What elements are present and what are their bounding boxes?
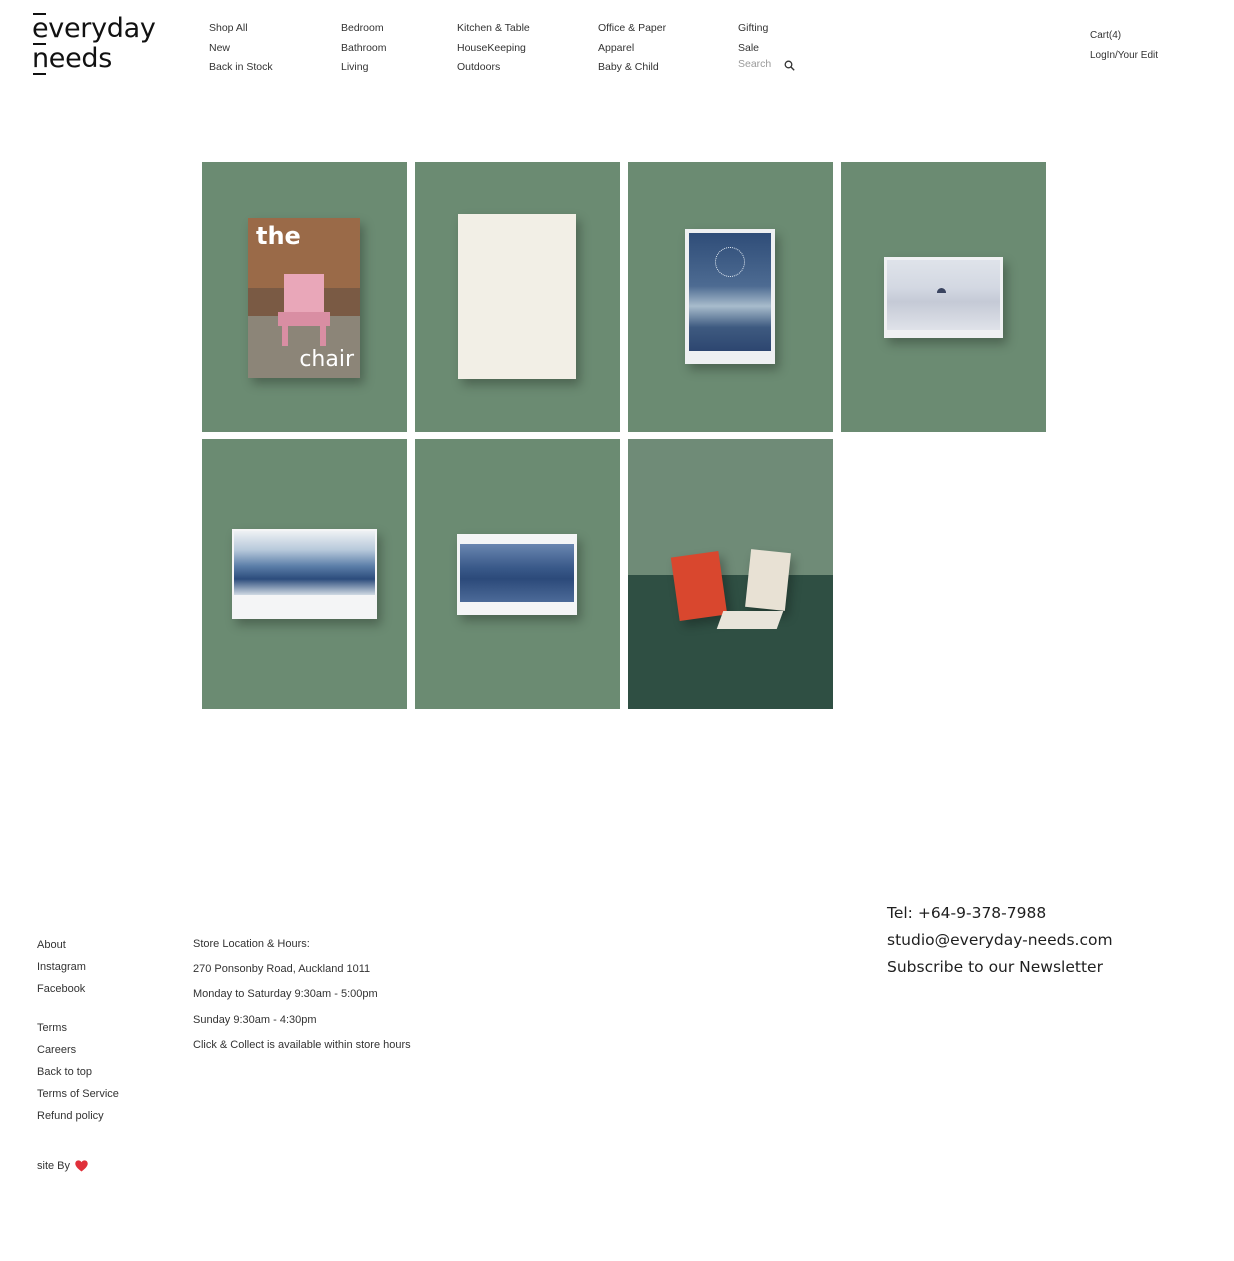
footer-link-terms-of-service[interactable]: Terms of Service <box>37 1083 119 1105</box>
nav-column-gifting: Gifting Sale <box>738 19 795 71</box>
footer-links: About Instagram Facebook Terms Careers B… <box>37 934 119 1127</box>
login-link[interactable]: LogIn/Your Edit <box>1090 46 1158 66</box>
logo-line-1: everyday <box>32 13 156 44</box>
store-address: 270 Ponsonby Road, Auckland 1011 <box>193 963 371 976</box>
footer-link-instagram[interactable]: Instagram <box>37 956 119 978</box>
footer-link-facebook[interactable]: Facebook <box>37 978 119 1000</box>
card-base <box>716 611 784 629</box>
product-image <box>232 529 377 619</box>
nav-outdoors[interactable]: Outdoors <box>457 58 530 78</box>
store-hours-weekday: Monday to Saturday 9:30am - 5:00pm <box>193 988 378 1001</box>
nav-gifting[interactable]: Gifting <box>738 19 795 39</box>
print-artwork <box>887 260 1000 330</box>
site-credit[interactable]: site By <box>37 1160 88 1172</box>
contact-info: Tel: +64-9-378-7988 studio@everyday-need… <box>887 900 1113 981</box>
nav-living[interactable]: Living <box>341 58 387 78</box>
red-card-image <box>670 550 728 622</box>
product-tile-river-print[interactable] <box>628 162 833 432</box>
product-image <box>685 229 775 364</box>
product-tile-the-chair-book[interactable]: the chair <box>202 162 407 432</box>
account-links: Cart(4) LogIn/Your Edit <box>1090 26 1158 65</box>
search-input[interactable] <box>738 58 776 70</box>
footer-link-about[interactable]: About <box>37 934 119 956</box>
store-heading: Store Location & Hours: <box>193 938 310 950</box>
nav-office-paper[interactable]: Office & Paper <box>598 19 666 39</box>
print-artwork <box>234 531 375 595</box>
cart-link[interactable]: Cart(4) <box>1090 26 1158 46</box>
product-image <box>457 534 577 615</box>
newsletter-link[interactable]: Subscribe to our Newsletter <box>887 954 1113 981</box>
book-title-top: the <box>256 222 301 250</box>
product-tile-mountain-card[interactable] <box>202 439 407 709</box>
nav-housekeeping[interactable]: HouseKeeping <box>457 39 530 59</box>
product-tile-blank-notebook[interactable] <box>415 162 620 432</box>
footer-link-careers[interactable]: Careers <box>37 1039 119 1061</box>
island-motif <box>937 288 946 293</box>
nav-column-home: Kitchen & Table HouseKeeping Outdoors <box>457 19 530 78</box>
product-tile-folded-cards[interactable] <box>628 439 833 709</box>
print-artwork <box>689 233 771 351</box>
nav-back-in-stock[interactable]: Back in Stock <box>209 58 273 78</box>
footer-link-terms[interactable]: Terms <box>37 1017 119 1039</box>
product-image: the chair <box>248 218 360 378</box>
cream-card-image <box>745 549 791 611</box>
nav-baby-child[interactable]: Baby & Child <box>598 58 666 78</box>
phone-link[interactable]: Tel: +64-9-378-7988 <box>887 900 1113 927</box>
heart-icon <box>75 1160 88 1172</box>
nav-column-other: Office & Paper Apparel Baby & Child <box>598 19 666 78</box>
store-info: Store Location & Hours: 270 Ponsonby Roa… <box>193 932 411 1058</box>
product-tile-forest-card[interactable] <box>415 439 620 709</box>
store-hours-sunday: Sunday 9:30am - 4:30pm <box>193 1013 317 1026</box>
footer-link-refund-policy[interactable]: Refund policy <box>37 1105 119 1127</box>
site-credit-text: site By <box>37 1160 71 1172</box>
nav-bathroom[interactable]: Bathroom <box>341 39 387 59</box>
search-icon[interactable] <box>784 59 795 71</box>
logo-line-2: needs <box>32 43 156 75</box>
nav-apparel[interactable]: Apparel <box>598 39 666 59</box>
nav-kitchen-table[interactable]: Kitchen & Table <box>457 19 530 39</box>
nav-shop-all[interactable]: Shop All <box>209 19 273 39</box>
product-image <box>458 214 576 379</box>
nav-sale[interactable]: Sale <box>738 39 795 59</box>
email-link[interactable]: studio@everyday-needs.com <box>887 927 1113 954</box>
click-collect-note: Click & Collect is available within stor… <box>193 1038 411 1051</box>
firework-motif <box>715 247 745 277</box>
nav-bedroom[interactable]: Bedroom <box>341 19 387 39</box>
search-bar <box>738 58 795 71</box>
print-artwork <box>460 544 574 602</box>
pink-chair-leg <box>282 324 288 346</box>
table-surface <box>628 575 833 709</box>
nav-column-shop: Shop All New Back in Stock <box>209 19 273 78</box>
footer-link-back-to-top[interactable]: Back to top <box>37 1061 119 1083</box>
logo[interactable]: everyday needs <box>32 13 156 75</box>
product-tile-island-card[interactable] <box>841 162 1046 432</box>
pink-chair-leg <box>320 324 326 346</box>
book-title-bottom: chair <box>299 347 354 372</box>
nav-new[interactable]: New <box>209 39 273 59</box>
product-image <box>884 257 1003 338</box>
nav-column-rooms: Bedroom Bathroom Living <box>341 19 387 78</box>
